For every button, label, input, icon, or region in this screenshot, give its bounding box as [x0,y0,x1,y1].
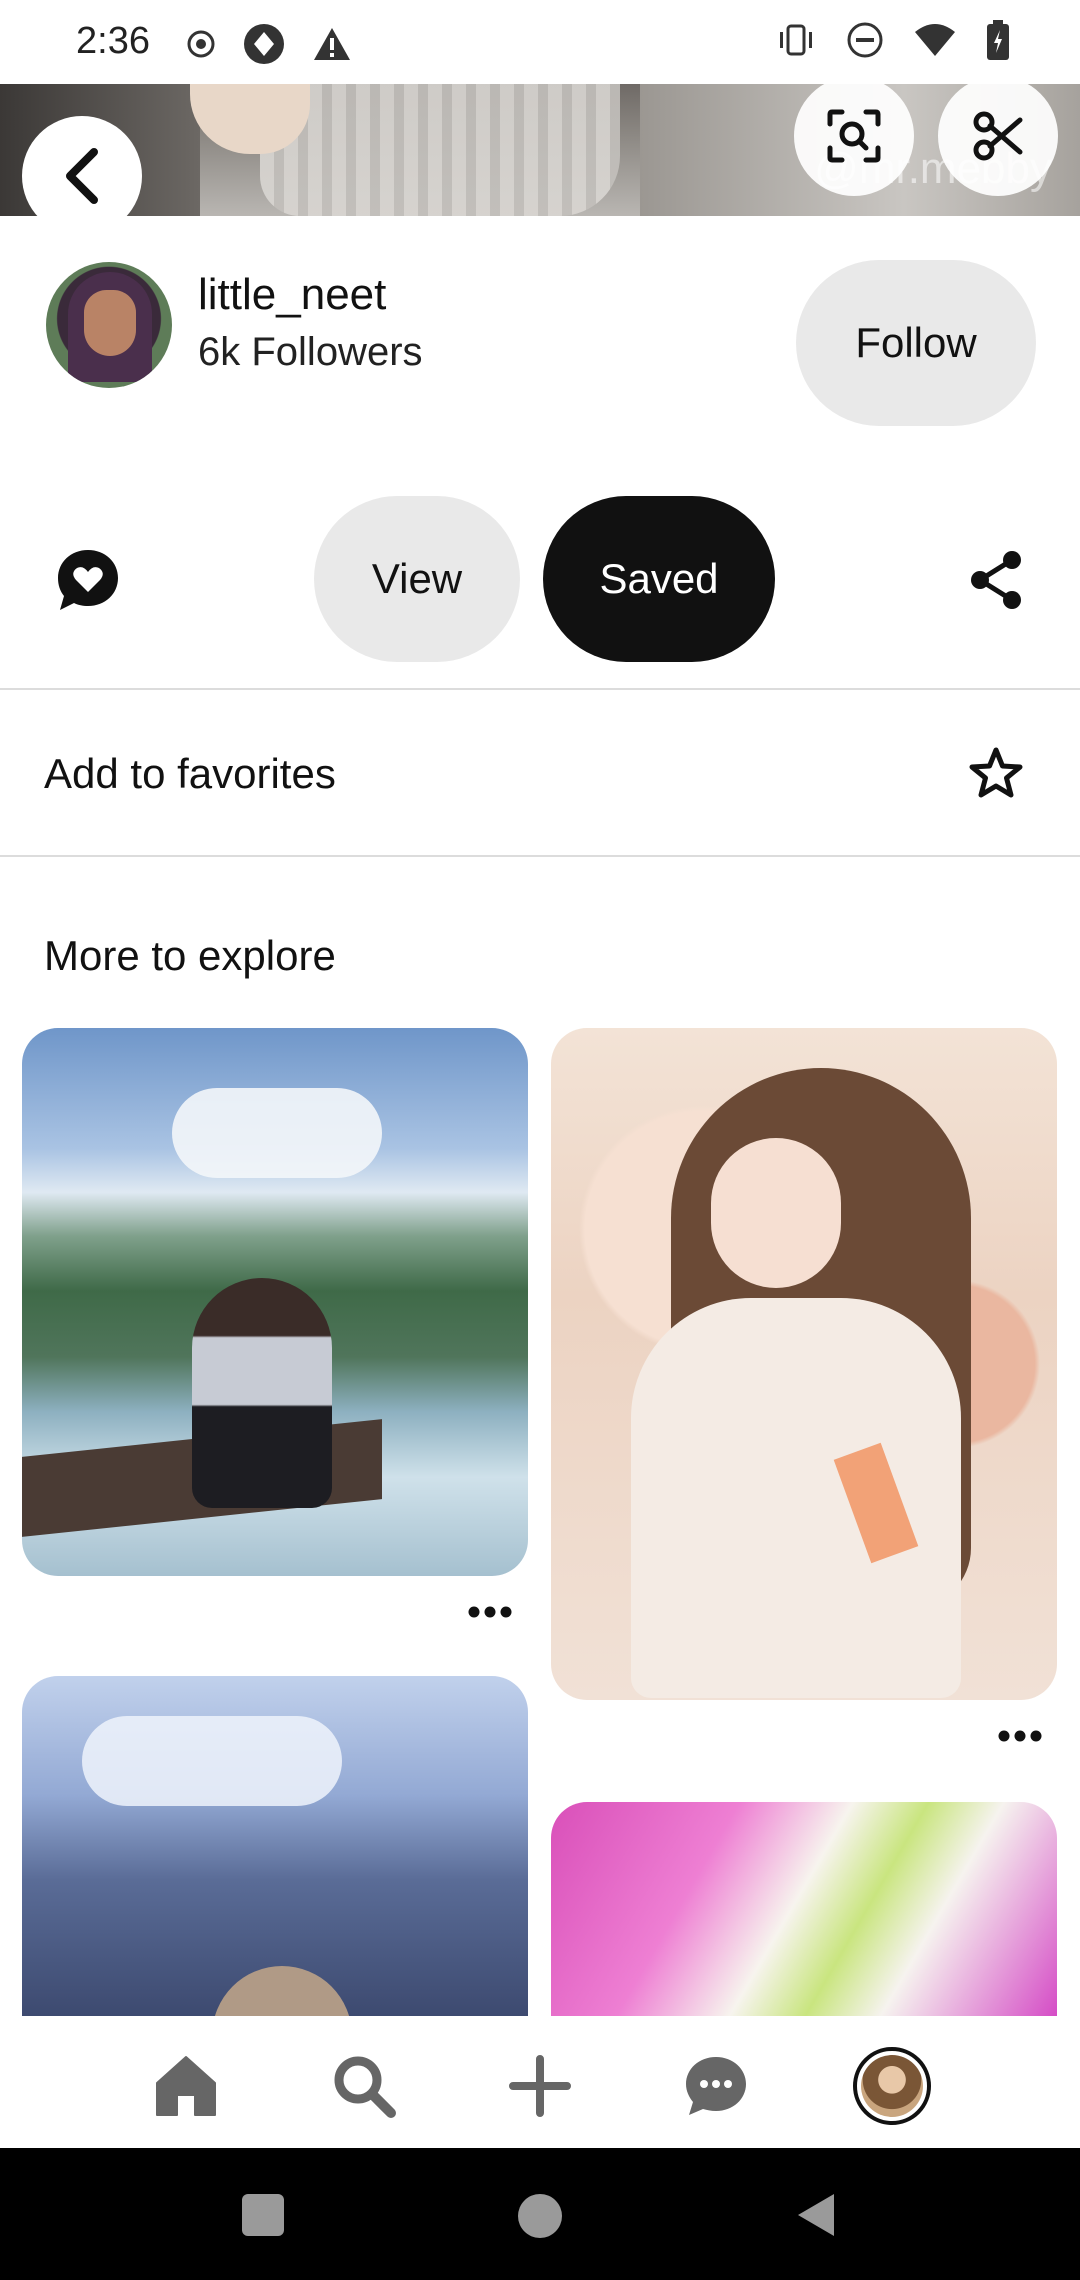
visual-search-button[interactable] [794,76,914,196]
divider [0,855,1080,857]
bottom-navigation [0,2016,1080,2148]
vibrate-icon [780,24,812,56]
status-time: 2:36 [76,20,150,62]
pin-card[interactable] [22,1028,528,1576]
reaction-button[interactable] [56,548,120,617]
more-options-icon[interactable] [466,1604,514,1620]
messages-icon [686,2057,746,2115]
heart-chat-icon [58,550,118,610]
scissors-icon [973,111,1023,161]
pin-hero-image[interactable]: @mr.mebby [0,84,1080,216]
star-icon [969,747,1023,798]
record-icon [187,30,215,58]
share-button[interactable] [968,550,1024,615]
more-options-icon[interactable] [996,1728,1044,1744]
status-bar: 2:36 [0,0,1080,84]
battery-icon [987,20,1009,60]
home-icon [156,2056,216,2116]
cutout-button[interactable] [938,76,1058,196]
status-left-icons [186,22,352,66]
view-button[interactable]: View [314,496,520,662]
warning-icon [314,28,350,60]
creator-username[interactable]: little_neet [198,270,386,320]
search-icon [334,2056,396,2118]
back-nav-icon[interactable] [796,2192,836,2238]
status-right-icons [776,20,1010,60]
pin-card[interactable] [22,1676,528,2016]
lens-icon [827,109,881,163]
pin-card[interactable] [551,1802,1057,2016]
add-to-favorites-label: Add to favorites [44,750,336,797]
profile-avatar [861,2055,923,2117]
nav-profile-tab[interactable] [852,2046,932,2126]
system-navigation-bar [0,2148,1080,2280]
follow-button[interactable]: Follow [796,260,1036,426]
creator-followers: 6k Followers [198,330,423,374]
divider [0,688,1080,690]
nav-search-tab[interactable] [324,2046,404,2126]
nav-messages-tab[interactable] [676,2046,756,2126]
nav-create-tab[interactable] [500,2046,580,2126]
pin-card[interactable] [551,1028,1057,1700]
creator-avatar[interactable] [46,262,172,388]
nav-home-tab[interactable] [146,2046,226,2126]
dnd-icon [847,22,883,58]
app-icon [244,24,284,64]
share-icon [971,551,1021,609]
home-button[interactable] [518,2194,562,2238]
create-icon [509,2055,571,2117]
recents-button[interactable] [242,2194,284,2236]
more-to-explore-heading: More to explore [44,932,336,979]
favorites-star-button[interactable] [968,746,1024,807]
back-button[interactable] [22,116,142,236]
saved-button[interactable]: Saved [543,496,775,662]
wifi-icon [915,24,955,56]
back-icon [66,148,98,204]
